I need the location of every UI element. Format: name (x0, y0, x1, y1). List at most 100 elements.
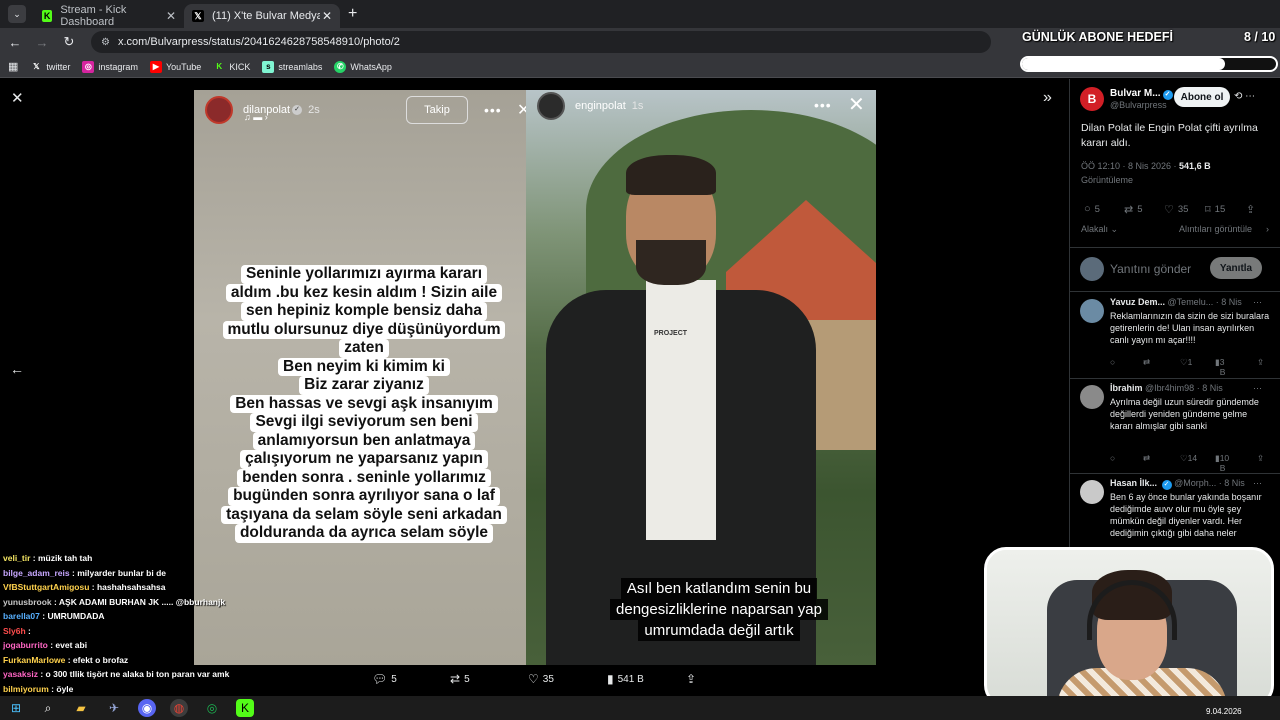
chat-username[interactable]: veli_tir (3, 553, 30, 563)
forward-arrow-icon[interactable]: → (30, 35, 54, 50)
sort-dropdown[interactable]: Alakalı (1081, 224, 1108, 234)
views-button[interactable]: ▮ 541 B (607, 672, 644, 686)
view-quotes-link[interactable]: Alıntıları görüntüle (1179, 224, 1252, 234)
reply-icon[interactable]: ○ (1110, 453, 1115, 463)
author-name: Bulvar M... (1110, 88, 1161, 99)
more-icon[interactable]: ⋯ (1253, 297, 1262, 308)
shirt-print: PROJECT (654, 330, 688, 337)
chat-message: yunusbrook : AŞK ADAMI BURHAN JK ..... @… (3, 597, 303, 612)
bookmark-label: twitter (46, 61, 71, 72)
avatar[interactable] (1080, 299, 1104, 323)
chat-username[interactable]: VfBStuttgartAmigosu (3, 582, 89, 592)
repost-button[interactable]: ⇄ 5 (450, 672, 470, 686)
file-explorer-icon[interactable]: ▰ (72, 699, 90, 717)
comment-item[interactable]: Hasan İlk... ✓ @Morph... · 8 Nis ⋯ Ben 6… (1070, 474, 1280, 554)
reply-icon[interactable]: ○ (1110, 357, 1115, 367)
bookmark-instagram[interactable]: ◎ instagram (82, 60, 138, 73)
tab-kick-dashboard[interactable]: K Stream - Kick Dashboard ✕ (34, 4, 184, 28)
chat-text: o 300 tllik tişört ne alaka bi ton paran… (45, 669, 230, 679)
repost-icon: ⇄ (450, 672, 461, 686)
grok-icon[interactable]: ⟲ ⋯ (1234, 91, 1255, 102)
chat-username[interactable]: barella07 (3, 611, 40, 621)
site-info-icon[interactable]: ⚙ (101, 37, 110, 48)
tab-x-post[interactable]: 𝕏 (11) X'te Bulvar Medya: "Dilan P ✕ (184, 4, 340, 28)
view-count: 541 B (617, 673, 644, 685)
reply-button[interactable]: ○ 5 (1084, 203, 1100, 215)
close-icon[interactable]: ✕ (848, 92, 865, 117)
chat-username[interactable]: jogaburrito (3, 640, 48, 650)
reply-icon: 💬︎ (372, 672, 388, 686)
reply-input[interactable]: Yanıtını gönder (1110, 262, 1191, 276)
avatar[interactable]: B (1080, 87, 1104, 111)
close-icon[interactable]: ✕ (11, 89, 24, 107)
comment-item[interactable]: Yavuz Dem... @Temelu... · 8 Nis ⋯ Reklam… (1070, 293, 1280, 379)
bookmark-streamlabs[interactable]: s streamlabs (262, 60, 322, 73)
close-icon[interactable]: ✕ (322, 9, 332, 23)
tab-search-icon[interactable]: ⌄ (8, 5, 26, 23)
comment-date: · 8 Nis (1218, 478, 1245, 488)
like-button[interactable]: ♡ 35 (528, 672, 554, 686)
bookmark-twitter[interactable]: 𝕏twitter (30, 61, 70, 73)
bookmark-whatsapp[interactable]: ✆ WhatsApp (334, 60, 392, 73)
reply-submit-button[interactable]: Yanıtla (1210, 257, 1262, 279)
repost-button[interactable]: ⇄ 5 (1124, 203, 1143, 216)
repost-icon[interactable]: ⇄ (1143, 453, 1150, 464)
new-tab-button[interactable]: + (348, 5, 357, 23)
tweet-author[interactable]: B Bulvar M... ✓ @Bulvarpress (1080, 87, 1173, 111)
chat-username[interactable]: yasaksiz (3, 669, 38, 679)
share-button[interactable]: ⇪ (1246, 203, 1259, 216)
like-button[interactable]: ♡ 35 (1164, 203, 1188, 216)
chat-username[interactable]: bilge_adam_reis (3, 568, 70, 578)
share-button[interactable]: ⇪ (686, 672, 700, 686)
story-line: Sevgi ilgi seviyorum sen beni (250, 413, 478, 432)
previous-arrow-icon[interactable]: ← (10, 361, 24, 377)
comment-item[interactable]: İbrahim @Ibr4him98 · 8 Nis ⋯ Ayrılma değ… (1070, 379, 1280, 474)
back-arrow-icon[interactable]: ← (3, 35, 27, 50)
reload-icon[interactable]: ↻ (57, 34, 81, 50)
bookmark-icon: ⌑ (1205, 204, 1211, 216)
like-button[interactable]: ♡ 14 (1180, 453, 1197, 464)
story-line: Biz zarar ziyanız (299, 376, 429, 395)
views-button[interactable]: ▮ 10 B (1215, 453, 1229, 473)
subscribe-button[interactable]: Abone ol (1174, 87, 1230, 107)
share-icon[interactable]: ⇪ (1257, 453, 1264, 464)
windows-start-icon[interactable]: ⊞ (7, 699, 25, 717)
views-button[interactable]: ▮ 3 B (1215, 357, 1225, 377)
avatar[interactable] (1080, 480, 1104, 504)
discord-icon[interactable]: ◉ (138, 699, 156, 717)
share-icon[interactable]: ⇪ (1257, 357, 1264, 368)
bookmark-kick[interactable]: K KICK (213, 61, 250, 73)
chrome-icon[interactable]: ◍ (170, 699, 188, 717)
bookmark-button[interactable]: ⌑ 15 (1205, 203, 1225, 216)
like-button[interactable]: ♡ 1 (1180, 357, 1192, 368)
reply-button[interactable]: 💬︎ 5 (372, 672, 397, 686)
repost-icon[interactable]: ⇄ (1143, 357, 1150, 368)
url-text: x.com/Bulvarpress/status/204162462875854… (117, 36, 400, 48)
avatar[interactable] (1080, 385, 1104, 409)
windows-taskbar: ⊞ ⌕ ▰ ✈ ◉ ◍ ◎ K 9.04.2026 (0, 696, 1280, 720)
tweet-meta: ÖÖ 12:10 · 8 Nis 2026 · 541,6 B Görüntül… (1081, 159, 1276, 187)
youtube-icon: ▶ (149, 60, 162, 73)
app-icon[interactable]: ✈ (105, 699, 123, 717)
story-user-right: enginpolat 1s (537, 92, 643, 120)
chat-username[interactable]: FurkanMarlowe (3, 655, 65, 665)
x-icon: 𝕏 (33, 62, 40, 71)
url-bar[interactable]: ⚙ x.com/Bulvarpress/status/2041624628758… (91, 31, 991, 53)
more-icon[interactable]: ⋯ (1253, 383, 1262, 394)
search-icon[interactable]: ⌕ (39, 699, 57, 717)
chat-username[interactable]: Sly6h (3, 626, 26, 636)
spotify-icon[interactable]: ◎ (203, 699, 221, 717)
close-icon[interactable]: ✕ (166, 9, 176, 23)
avatar (537, 92, 565, 120)
collapse-panel-icon[interactable]: » (1043, 89, 1052, 107)
bookmark-youtube[interactable]: ▶ YouTube (149, 60, 201, 73)
chevron-right-icon: › (1266, 224, 1269, 234)
chat-message: VfBStuttgartAmigosu : hashahsahsahsa (3, 582, 303, 597)
kick-icon[interactable]: K (236, 699, 254, 717)
more-icon[interactable]: ⋯ (1253, 478, 1262, 489)
apps-grid-icon[interactable]: ▦ (8, 60, 18, 73)
chat-username[interactable]: yunusbrook (3, 597, 52, 607)
chat-username[interactable]: bilmiyorum (3, 684, 49, 694)
story-line: sen hepiniz komple bensiz daha (241, 302, 487, 321)
story-line: Ben hassas ve sevgi aşk insanıyım (230, 394, 498, 413)
